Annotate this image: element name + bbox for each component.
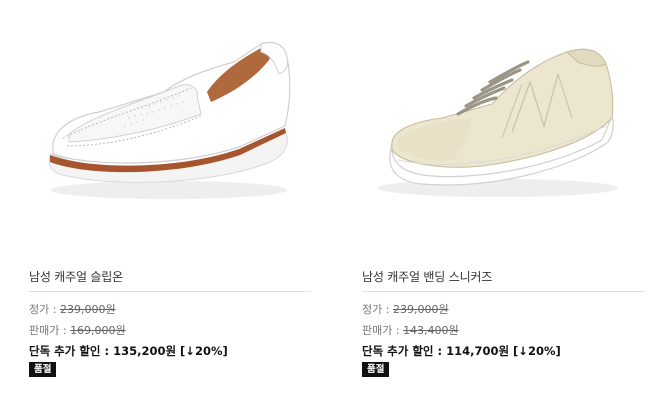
product-image[interactable] (362, 22, 644, 212)
divider (362, 291, 644, 292)
divider (29, 291, 311, 292)
product-card[interactable]: 남성 캐주얼 슬립온 정가 : 239,000원 판매가 : 169,000원 … (29, 0, 311, 400)
sale-price-label: 판매가 : (29, 324, 71, 337)
regular-price-label: 정가 : (29, 303, 60, 316)
regular-price: 239,000원 (59, 303, 116, 316)
sale-price: 169,000원 (70, 324, 126, 337)
sale-price-row: 판매가 : 169,000원 (29, 322, 126, 338)
regular-price-row: 정가 : 239,000원 (362, 301, 449, 317)
white-slip-on-shoe-icon (48, 41, 291, 199)
sold-out-badge: 품절 (29, 362, 57, 377)
sale-price: 143,400원 (403, 324, 459, 337)
product-card[interactable]: 남성 캐주얼 밴딩 스니커즈 정가 : 239,000원 판매가 : 143,4… (362, 0, 644, 400)
regular-price: 239,000원 (392, 303, 449, 316)
discount-price: 단독 추가 할인 : 135,200원 [↓20%] (29, 344, 228, 358)
discount-price: 단독 추가 할인 : 114,700원 [↓20%] (362, 344, 561, 358)
product-name[interactable]: 남성 캐주얼 슬립온 (29, 268, 123, 285)
regular-price-label: 정가 : (362, 303, 393, 316)
regular-price-row: 정가 : 239,000원 (29, 301, 116, 317)
sale-price-label: 판매가 : (362, 324, 404, 337)
product-name[interactable]: 남성 캐주얼 밴딩 스니커즈 (362, 268, 492, 285)
sale-price-row: 판매가 : 143,400원 (362, 322, 459, 338)
cream-banding-sneaker-icon (378, 48, 618, 197)
sold-out-badge: 품절 (362, 362, 390, 377)
product-image[interactable] (29, 22, 311, 212)
